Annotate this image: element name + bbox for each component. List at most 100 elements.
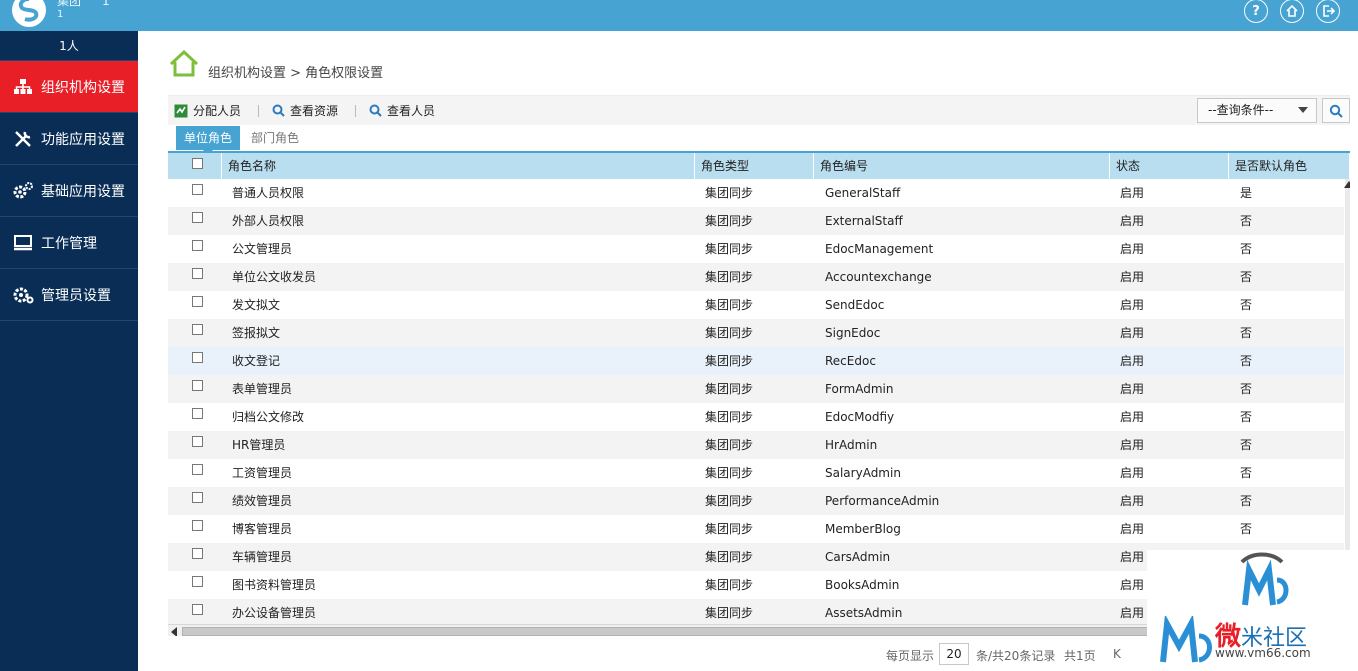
home-icon[interactable]	[168, 49, 200, 81]
cell-default: 否	[1240, 214, 1253, 228]
row-checkbox[interactable]	[192, 380, 203, 391]
cell-type: 集团同步	[705, 494, 754, 508]
page-size-input[interactable]: 20	[939, 643, 969, 665]
table-row[interactable]: HR管理员 集团同步 HrAdmin 启用 否	[168, 431, 1344, 459]
org-id: 1	[102, 0, 110, 8]
cell-name: 单位公文收发员	[232, 270, 317, 284]
cell-status: 启用	[1120, 354, 1145, 368]
row-checkbox[interactable]	[192, 408, 203, 419]
table-row[interactable]: 工资管理员 集团同步 SalaryAdmin 启用 否	[168, 459, 1344, 487]
cell-status: 启用	[1120, 242, 1145, 256]
home-icon[interactable]	[1280, 0, 1304, 23]
cell-default: 否	[1240, 242, 1253, 256]
cell-default: 是	[1240, 186, 1253, 200]
table-row[interactable]: 普通人员权限 集团同步 GeneralStaff 启用 是	[168, 179, 1344, 207]
header-default-role[interactable]: 是否默认角色	[1229, 153, 1350, 179]
logout-icon[interactable]	[1316, 0, 1340, 23]
table-row[interactable]: 博客管理员 集团同步 MemberBlog 启用 否	[168, 515, 1344, 543]
horizontal-scroll-thumb[interactable]	[182, 627, 1212, 636]
header-select-all	[168, 153, 222, 179]
query-condition-select[interactable]: --查询条件--	[1197, 98, 1317, 123]
header-role-type[interactable]: 角色类型	[695, 153, 814, 179]
query-button[interactable]	[1322, 98, 1350, 123]
cell-status: 启用	[1120, 186, 1145, 200]
row-checkbox[interactable]	[192, 548, 203, 559]
row-checkbox[interactable]	[192, 520, 203, 531]
record-summary: 条/共20条记录	[976, 649, 1056, 663]
cell-name: 办公设备管理员	[232, 606, 317, 620]
sidebar-item-label: 基础应用设置	[41, 183, 125, 200]
assign-members-button[interactable]: 分配人员	[174, 102, 241, 119]
help-icon[interactable]: ?	[1244, 0, 1268, 23]
row-checkbox[interactable]	[192, 212, 203, 223]
table-row[interactable]: 收文登记 集团同步 RecEdoc 启用 否	[168, 347, 1344, 375]
cell-name: 绩效管理员	[232, 494, 293, 508]
per-page-label: 每页显示	[886, 649, 935, 663]
view-members-button[interactable]: 查看人员	[369, 102, 435, 119]
row-checkbox[interactable]	[192, 576, 203, 587]
row-checkbox[interactable]	[192, 604, 203, 615]
table-row[interactable]: 归档公文修改 集团同步 EdocModfiy 启用 否	[168, 403, 1344, 431]
cell-default: 否	[1240, 494, 1253, 508]
breadcrumb-text: 组织机构设置 > 角色权限设置	[208, 66, 384, 81]
cell-type: 集团同步	[705, 270, 754, 284]
sidebar-item-label: 工作管理	[41, 235, 97, 252]
breadcrumb: 组织机构设置 > 角色权限设置	[168, 49, 384, 81]
table-row[interactable]: 发文拟文 集团同步 SendEdoc 启用 否	[168, 291, 1344, 319]
row-checkbox[interactable]	[192, 240, 203, 251]
tab-unit-role[interactable]: 单位角色	[176, 126, 241, 155]
select-all-checkbox[interactable]	[192, 158, 203, 169]
first-page-button[interactable]: K	[1113, 647, 1121, 661]
cell-default: 否	[1240, 298, 1253, 312]
view-members-label: 查看人员	[387, 104, 436, 118]
cell-name: 公文管理员	[232, 242, 293, 256]
page-count: 共1页	[1064, 649, 1096, 663]
sidebar-item-function-settings[interactable]: 功能应用设置	[0, 113, 138, 165]
sidebar-item-org-settings[interactable]: 组织机构设置	[0, 61, 138, 113]
cell-status: 启用	[1120, 606, 1145, 620]
user-count: 1人	[0, 31, 138, 61]
sidebar-item-work-management[interactable]: 工作管理	[0, 217, 138, 269]
sidebar-item-label: 功能应用设置	[41, 131, 125, 148]
org-name: 集团	[57, 0, 82, 8]
logo	[12, 0, 46, 27]
view-resources-button[interactable]: 查看资源	[272, 102, 338, 119]
header-status[interactable]: 状态	[1110, 153, 1229, 179]
row-checkbox[interactable]	[192, 464, 203, 475]
scroll-up-arrow-icon[interactable]	[1344, 181, 1350, 188]
cell-status: 启用	[1120, 326, 1145, 340]
table-row[interactable]: 单位公文收发员 集团同步 Accountexchange 启用 否	[168, 263, 1344, 291]
table-row[interactable]: 表单管理员 集团同步 FormAdmin 启用 否	[168, 375, 1344, 403]
row-checkbox[interactable]	[192, 184, 203, 195]
watermark: 微米社区 www.vm66.com	[1147, 550, 1358, 671]
cell-code: SalaryAdmin	[825, 466, 901, 480]
chevron-down-icon	[1298, 107, 1308, 113]
cell-type: 集团同步	[705, 242, 754, 256]
sidebar-item-basic-settings[interactable]: 基础应用设置	[0, 165, 138, 217]
cell-default: 否	[1240, 326, 1253, 340]
cell-status: 启用	[1120, 494, 1145, 508]
cell-code: HrAdmin	[825, 438, 878, 452]
cell-name: 工资管理员	[232, 466, 293, 480]
header-role-code[interactable]: 角色编号	[814, 153, 1110, 179]
header-role-name[interactable]: 角色名称	[222, 153, 695, 179]
scroll-left-arrow-icon[interactable]	[171, 627, 177, 636]
table-row[interactable]: 公文管理员 集团同步 EdocManagement 启用 否	[168, 235, 1344, 263]
org-sub: 1	[57, 9, 64, 20]
cell-name: 签报拟文	[232, 326, 281, 340]
role-tabs: 单位角色 部门角色	[176, 126, 310, 155]
cell-code: FormAdmin	[825, 382, 894, 396]
row-checkbox[interactable]	[192, 324, 203, 335]
sidebar-item-admin-settings[interactable]: 管理员设置	[0, 269, 138, 321]
row-checkbox[interactable]	[192, 352, 203, 363]
row-checkbox[interactable]	[192, 268, 203, 279]
row-checkbox[interactable]	[192, 436, 203, 447]
cell-default: 否	[1240, 354, 1253, 368]
table-row[interactable]: 绩效管理员 集团同步 PerformanceAdmin 启用 否	[168, 487, 1344, 515]
row-checkbox[interactable]	[192, 492, 203, 503]
row-checkbox[interactable]	[192, 296, 203, 307]
tab-dept-role[interactable]: 部门角色	[240, 126, 310, 150]
table-row[interactable]: 外部人员权限 集团同步 ExternalStaff 启用 否	[168, 207, 1344, 235]
cell-code: ExternalStaff	[825, 214, 903, 228]
table-row[interactable]: 签报拟文 集团同步 SignEdoc 启用 否	[168, 319, 1344, 347]
